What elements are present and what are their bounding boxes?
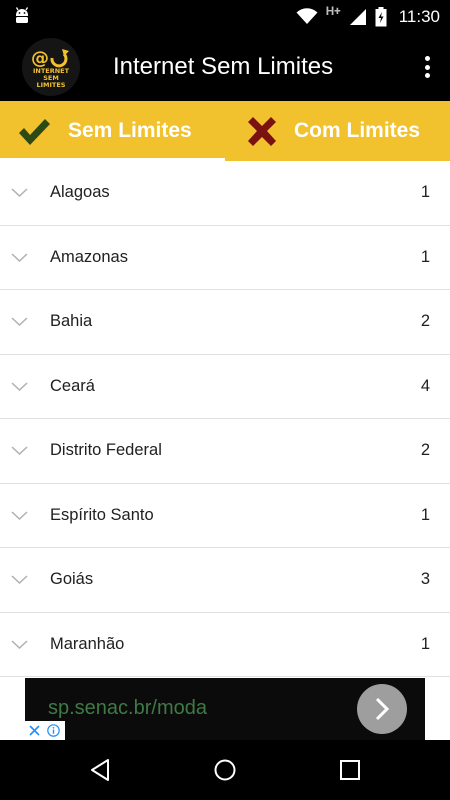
state-name: Goiás (50, 570, 94, 588)
svg-text:@: @ (31, 48, 49, 69)
app-bar: @ INTERNET SEM LIMITES Internet Sem Limi… (0, 33, 450, 101)
more-vert-icon[interactable] (418, 53, 436, 81)
state-name: Bahia (50, 312, 93, 330)
state-count: 1 (420, 183, 430, 201)
chevron-down-icon (11, 446, 28, 456)
status-time: 11:30 (398, 6, 440, 26)
state-count: 4 (420, 376, 430, 395)
status-bar: H+ 11:30 (0, 0, 450, 33)
chevron-down-icon (11, 575, 28, 585)
tab-label: Sem Limites (68, 119, 192, 142)
ad-choices-badge[interactable] (25, 721, 65, 740)
chevron-right-icon (375, 697, 390, 721)
chevron-down-icon (11, 381, 28, 391)
wifi-icon (296, 8, 318, 24)
state-count: 1 (420, 634, 430, 653)
battery-icon (375, 6, 387, 26)
state-count: 1 (420, 505, 430, 524)
internet-sem-limites-logo: @ INTERNET SEM LIMITES (22, 38, 80, 96)
ad-banner[interactable]: sp.senac.br/moda (25, 678, 425, 740)
app-title: Internet Sem Limites (113, 53, 334, 80)
x-icon (248, 117, 276, 146)
list-item[interactable]: Alagoas 1 (0, 161, 450, 226)
checkmark-icon (19, 119, 50, 145)
ad-info-icon[interactable] (44, 721, 63, 740)
signal-icon (349, 8, 366, 25)
tab-bar: Sem Limites Com Limites (0, 101, 450, 161)
state-name: Distrito Federal (50, 441, 162, 459)
chevron-down-icon (11, 639, 28, 649)
state-list: Alagoas 1 Amazonas 1 Bahia 2 Ceará 4 Dis… (0, 161, 450, 677)
back-icon[interactable] (87, 757, 113, 783)
state-count: 2 (420, 441, 430, 459)
tab-sem-limites[interactable]: Sem Limites (0, 101, 225, 161)
state-name: Alagoas (50, 183, 110, 201)
home-icon[interactable] (212, 757, 238, 783)
chevron-down-icon (11, 252, 28, 262)
list-item[interactable]: Goiás 3 (0, 548, 450, 613)
state-name: Maranhão (50, 634, 125, 653)
ad-text[interactable]: sp.senac.br/moda (48, 697, 207, 720)
chevron-down-icon (11, 317, 28, 327)
android-icon (15, 7, 29, 23)
list-item[interactable]: Ceará 4 (0, 355, 450, 419)
ad-open-button[interactable] (357, 684, 407, 734)
tab-label: Com Limites (294, 119, 421, 142)
state-count: 2 (420, 312, 430, 330)
ad-close-icon[interactable] (25, 721, 44, 740)
chevron-down-icon (11, 188, 28, 198)
list-item[interactable]: Bahia 2 (0, 290, 450, 355)
network-type-label: H+ (325, 3, 341, 18)
state-count: 3 (420, 570, 430, 588)
navigation-bar (0, 740, 450, 800)
state-count: 1 (420, 247, 430, 266)
state-name: Ceará (50, 376, 95, 395)
list-item[interactable]: Maranhão 1 (0, 613, 450, 677)
recents-icon[interactable] (337, 757, 363, 783)
list-item[interactable]: Distrito Federal 2 (0, 419, 450, 484)
tab-com-limites[interactable]: Com Limites (225, 101, 450, 161)
list-item[interactable]: Espírito Santo 1 (0, 484, 450, 548)
list-item[interactable]: Amazonas 1 (0, 226, 450, 290)
state-name: Amazonas (50, 247, 128, 266)
state-name: Espírito Santo (50, 505, 154, 524)
svg-text:LIMITES: LIMITES (36, 81, 65, 89)
chevron-down-icon (11, 510, 28, 520)
